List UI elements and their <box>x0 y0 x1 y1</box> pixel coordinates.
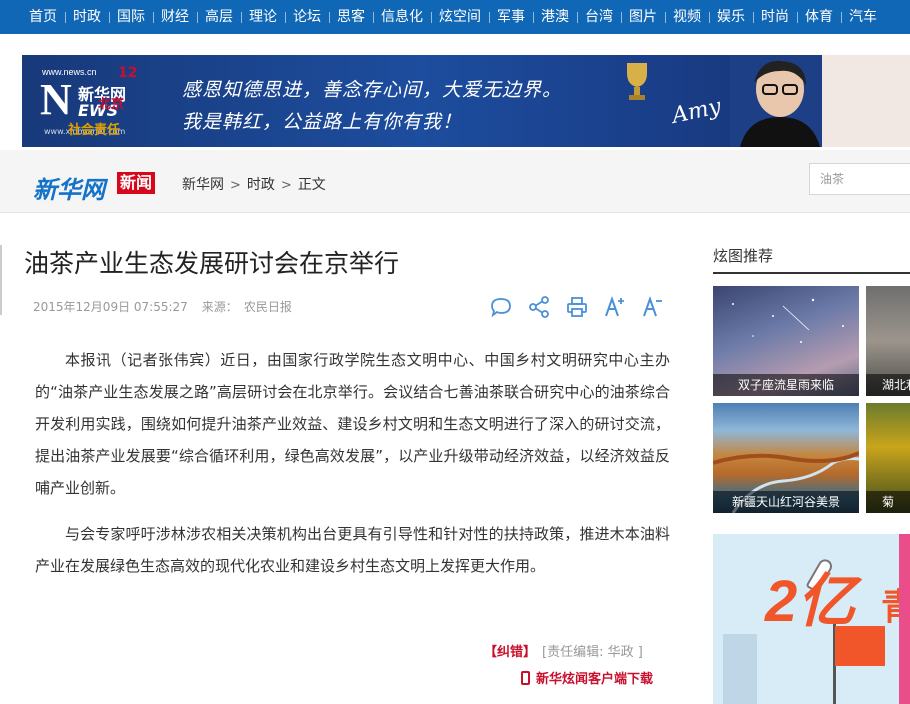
sidebar-ad[interactable]: 2亿 青 <box>713 534 910 704</box>
share-icon[interactable] <box>524 294 554 320</box>
nav-forum[interactable]: 论坛 <box>285 0 329 34</box>
chevron-right-icon: > <box>230 178 241 193</box>
nav-it[interactable]: 信息化 <box>373 0 431 34</box>
app-download-label: 新华炫闻客户端下载 <box>536 672 654 687</box>
nav-sike[interactable]: 思客 <box>329 0 373 34</box>
article-body: 本报讯（记者张伟宾）近日，由国家行政学院生态文明中心、中国乡村文明研究中心主办的… <box>35 344 670 596</box>
banner-right-panel <box>822 55 910 147</box>
top-nav: 首页 时政 国际 财经 高层 理论 论坛 思客 信息化 炫空间 军事 港澳 台湾… <box>0 0 910 34</box>
nav-fashion[interactable]: 时尚 <box>753 0 797 34</box>
thumb-caption: 菊 <box>866 491 910 513</box>
article-datetime: 2015年12月09日 07:55:27 <box>33 300 188 314</box>
news-tag[interactable]: 新闻 <box>117 172 156 194</box>
nav-sports[interactable]: 体育 <box>797 0 841 34</box>
photo-thumb[interactable]: 双子座流星雨来临 <box>713 286 859 396</box>
article-source[interactable]: 农民日报 <box>244 300 292 314</box>
thumb-caption: 湖北利 <box>866 374 910 396</box>
photo-thumb[interactable]: 新疆天山红河谷美景 <box>713 403 859 513</box>
banner-ad[interactable]: www.news.cn N 新华网 EWS www.xinhuanet.com … <box>22 55 910 147</box>
person-photo <box>730 55 830 147</box>
thumb-caption: 双子座流星雨来临 <box>713 374 859 396</box>
nav-military[interactable]: 军事 <box>489 0 533 34</box>
search-input[interactable]: 油茶 <box>809 163 910 195</box>
nav-hkmacau[interactable]: 港澳 <box>533 0 577 34</box>
banner-slogan-1: 感恩知德思进，善念存心间，大爱无边界。 <box>182 79 563 101</box>
editor-credit: [责任编辑: 华政 ] <box>542 645 643 660</box>
signature: Amy <box>669 94 724 129</box>
chevron-right-icon: > <box>280 178 292 193</box>
print-icon[interactable] <box>562 294 592 320</box>
breadcrumb: 新华网 > 时政 > 正文 <box>182 174 326 194</box>
channel-header: 新华网 新闻 新华网 > 时政 > 正文 <box>0 150 910 213</box>
thumb-caption: 新疆天山红河谷美景 <box>713 491 859 513</box>
correction-link[interactable]: 【纠错】 <box>484 645 536 660</box>
banner-slogan-2: 我是韩红，公益路上有你有我！ <box>182 111 463 133</box>
flag-icon <box>835 626 885 666</box>
logo-n: N <box>40 75 72 124</box>
nav-video[interactable]: 视频 <box>665 0 709 34</box>
shelf-graphic <box>723 634 757 704</box>
left-divider <box>0 245 2 315</box>
nav-leaders[interactable]: 高层 <box>197 0 241 34</box>
breadcrumb-home[interactable]: 新华网 <box>182 177 224 193</box>
photo-thumb[interactable]: 菊 <box>866 403 910 513</box>
nav-theory[interactable]: 理论 <box>241 0 285 34</box>
paragraph: 与会专家呼吁涉林涉农相关决策机构出台更具有引导性和针对性的扶持政策，推进木本油料… <box>35 525 670 575</box>
nav-politics[interactable]: 时政 <box>65 0 109 34</box>
nav-auto[interactable]: 汽车 <box>841 0 885 34</box>
nav-space[interactable]: 炫空间 <box>431 0 489 34</box>
paragraph: 本报讯（记者张伟宾）近日，由国家行政学院生态文明中心、中国乡村文明研究中心主办的… <box>35 351 670 497</box>
font-increase-icon[interactable] <box>600 294 630 320</box>
correction-line: 【纠错】 [责任编辑: 华政 ] <box>484 641 643 660</box>
app-download-link[interactable]: 新华炫闻客户端下载 <box>521 668 653 687</box>
comment-icon[interactable] <box>486 294 516 320</box>
font-decrease-icon[interactable] <box>638 294 668 320</box>
breadcrumb-current: 正文 <box>297 177 326 193</box>
article-title: 油茶产业生态发展研讨会在京举行 <box>24 249 400 278</box>
nav-international[interactable]: 国际 <box>109 0 153 34</box>
trophy-icon <box>627 63 647 100</box>
article-meta: 2015年12月09日 07:55:27 来源： 农民日报 <box>33 298 292 315</box>
sidebar-title: 炫图推荐 <box>713 247 774 265</box>
article-tools <box>486 294 676 320</box>
sidebar-divider <box>713 272 910 274</box>
ad-edge <box>899 534 910 704</box>
nav-taiwan[interactable]: 台湾 <box>577 0 621 34</box>
phone-icon <box>521 670 530 685</box>
nav-photos[interactable]: 图片 <box>621 0 665 34</box>
banner-city: 北京 <box>98 97 125 112</box>
photo-thumb[interactable]: 湖北利 <box>866 286 910 396</box>
nav-entertainment[interactable]: 娱乐 <box>709 0 753 34</box>
banner-subtitle: 社会责任 <box>68 123 121 138</box>
nav-home[interactable]: 首页 <box>0 0 65 34</box>
breadcrumb-politics[interactable]: 时政 <box>247 177 275 193</box>
source-label: 来源： <box>201 300 238 314</box>
site-logo[interactable]: 新华网 <box>33 170 105 205</box>
banner-number: 12 <box>118 65 138 81</box>
nav-finance[interactable]: 财经 <box>153 0 197 34</box>
